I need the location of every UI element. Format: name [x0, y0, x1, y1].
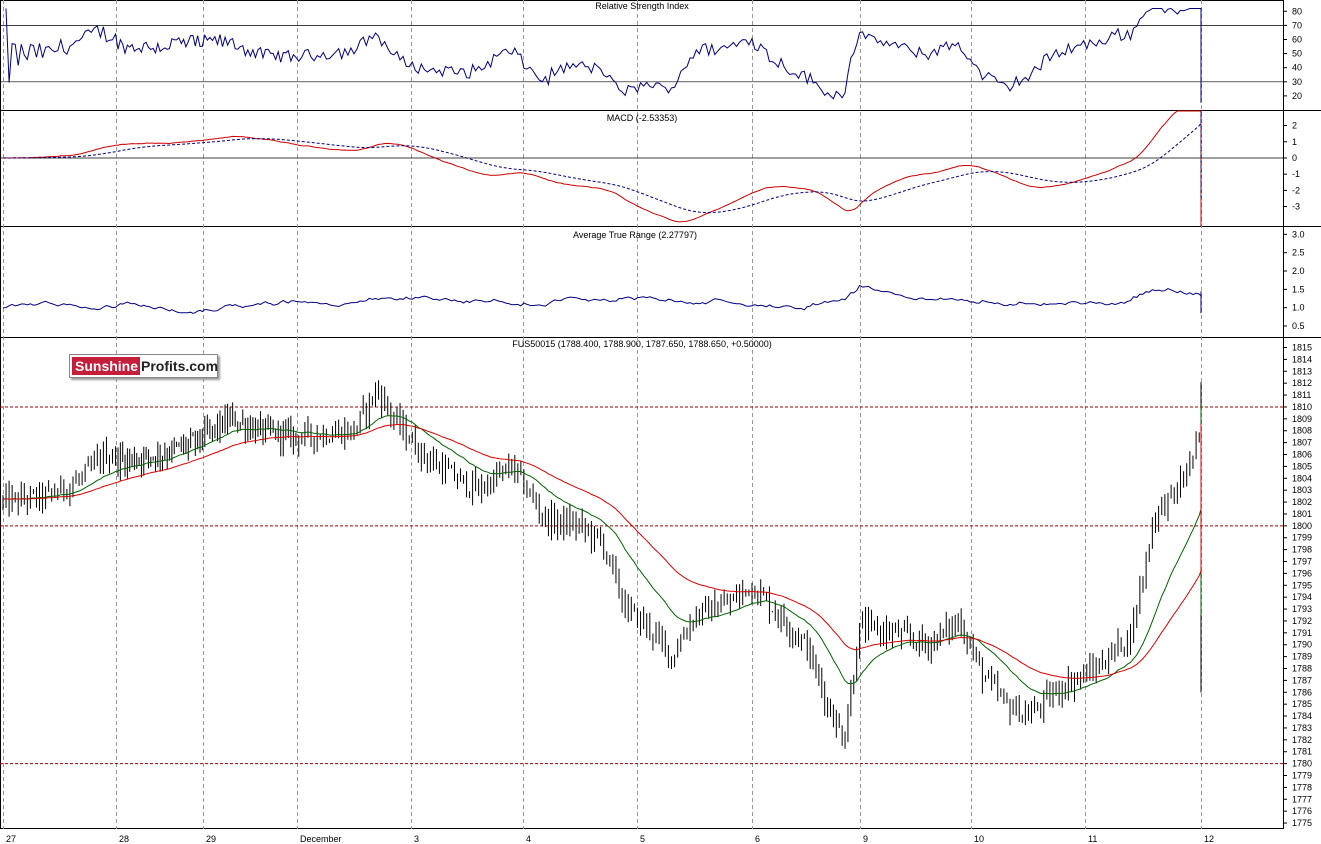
macd-line [2, 110, 1202, 226]
y-tick-label: 60 [1292, 34, 1302, 44]
vertical-gridlines [3, 0, 1202, 829]
y-tick-label: 2.5 [1292, 248, 1305, 258]
y-tick-label: 0.5 [1292, 321, 1305, 331]
rsi-panel: Relative Strength Index 20 30 40 50 60 70 80 [0, 1, 1302, 103]
moving-average-line [2, 406, 1202, 695]
y-tick-label: 1813 [1292, 366, 1312, 376]
y-tick-label: 1790 [1292, 640, 1312, 650]
x-tick-label: 5 [640, 834, 645, 844]
y-tick-label: -2 [1292, 185, 1300, 195]
y-tick-label: 1786 [1292, 687, 1312, 697]
x-tick-label: 6 [755, 834, 760, 844]
x-tick-label: December [300, 834, 342, 844]
rsi-line [5, 7, 1202, 103]
y-tick-label: 1810 [1292, 402, 1312, 412]
x-tick-label: 28 [119, 834, 129, 844]
moving-average-line [2, 423, 1202, 679]
y-tick-label: 1791 [1292, 628, 1312, 638]
y-tick-label: 20 [1292, 91, 1302, 101]
y-tick-label: -1 [1292, 169, 1300, 179]
x-tick-label: 10 [974, 834, 984, 844]
y-tick-label: 1800 [1292, 521, 1312, 531]
y-tick-label: 1798 [1292, 545, 1312, 555]
rsi-title: Relative Strength Index [595, 1, 689, 11]
y-tick-label: 1815 [1292, 343, 1312, 353]
x-tick-label: 4 [526, 834, 531, 844]
y-tick-label: 0 [1292, 153, 1297, 163]
y-tick-label: 1775 [1292, 818, 1312, 828]
y-tick-label: 1.5 [1292, 284, 1305, 294]
price-title: FUS50015 (1788.400, 1788.900, 1787.650, … [512, 339, 771, 349]
y-tick-label: 1780 [1292, 759, 1312, 769]
x-tick-label: 9 [863, 834, 868, 844]
logo-text-profits: Profits.com [141, 358, 219, 374]
y-tick-label: 1781 [1292, 747, 1312, 757]
y-tick-label: 80 [1292, 6, 1302, 16]
y-tick-label: 1809 [1292, 414, 1312, 424]
logo-text-sunshine: Sunshine [72, 357, 141, 375]
y-tick-label: 1787 [1292, 675, 1312, 685]
y-tick-label: 1788 [1292, 664, 1312, 674]
panel-frames [0, 0, 1321, 829]
y-tick-label: 1782 [1292, 735, 1312, 745]
y-tick-label: 3.0 [1292, 229, 1305, 239]
y-tick-label: 2.0 [1292, 266, 1305, 276]
x-tick-label: 12 [1204, 834, 1214, 844]
y-tick-label: 1795 [1292, 580, 1312, 590]
y-tick-label: 1779 [1292, 771, 1312, 781]
sunshine-profits-logo: Sunshine Profits.com [69, 354, 218, 378]
x-tick-label: 27 [6, 834, 16, 844]
y-tick-label: 1801 [1292, 509, 1312, 519]
y-tick-label: 1796 [1292, 568, 1312, 578]
y-tick-label: 1794 [1292, 592, 1312, 602]
y-tick-label: 1797 [1292, 557, 1312, 567]
y-tick-label: 1803 [1292, 485, 1312, 495]
y-tick-label: 1785 [1292, 699, 1312, 709]
atr-panel: Average True Range (2.27797) 0.5 1.0 1.5 2.… [2, 229, 1305, 331]
y-tick-label: 1776 [1292, 806, 1312, 816]
x-tick-label: 11 [1088, 834, 1097, 844]
y-tick-label: 1777 [1292, 794, 1312, 804]
y-tick-label: 40 [1292, 63, 1302, 73]
y-tick-label: 1799 [1292, 533, 1312, 543]
x-axis: 27 28 29 December 3 4 5 6 9 10 11 12 [6, 834, 1214, 844]
y-tick-label: 1 [1292, 137, 1297, 147]
y-tick-label: 1802 [1292, 497, 1312, 507]
y-tick-label: 1811 [1292, 390, 1311, 400]
y-tick-label: 1807 [1292, 438, 1312, 448]
y-tick-label: 30 [1292, 77, 1302, 87]
y-tick-label: 1805 [1292, 461, 1312, 471]
x-tick-label: 3 [414, 834, 419, 844]
y-tick-label: 1792 [1292, 616, 1312, 626]
macd-signal-line [3, 111, 1202, 213]
chart-canvas: Relative Strength Index 20304050607080 M… [0, 0, 1321, 844]
y-tick-label: 1783 [1292, 723, 1312, 733]
y-tick-label: -3 [1292, 202, 1300, 212]
y-tick-label: 50 [1292, 49, 1302, 59]
y-tick-label: 1808 [1292, 426, 1312, 436]
y-tick-label: 1806 [1292, 450, 1312, 460]
y-tick-label: 1793 [1292, 604, 1312, 614]
y-tick-label: 1814 [1292, 354, 1312, 364]
y-tick-label: 1804 [1292, 473, 1312, 483]
y-tick-label: 1784 [1292, 711, 1312, 721]
atr-line [2, 284, 1202, 314]
chart-border [0, 0, 1284, 829]
y-tick-label: 1812 [1292, 378, 1312, 388]
y-tick-label: 1778 [1292, 782, 1312, 792]
x-tick-label: 29 [206, 834, 216, 844]
y-tick-label: 2 [1292, 121, 1297, 131]
atr-title: Average True Range (2.27797) [573, 230, 697, 240]
price-panel: FUS50015 (1788.400, 1788.900, 1787.650, … [0, 339, 1312, 828]
macd-title: MACD (-2.53353) [607, 113, 678, 123]
y-tick-label: 70 [1292, 20, 1302, 30]
y-tick-label: 1789 [1292, 652, 1312, 662]
y-tick-label: 1.0 [1292, 303, 1305, 313]
macd-panel: MACD (-2.53353) -3 -2 -1 0 1 2 [0, 110, 1300, 226]
